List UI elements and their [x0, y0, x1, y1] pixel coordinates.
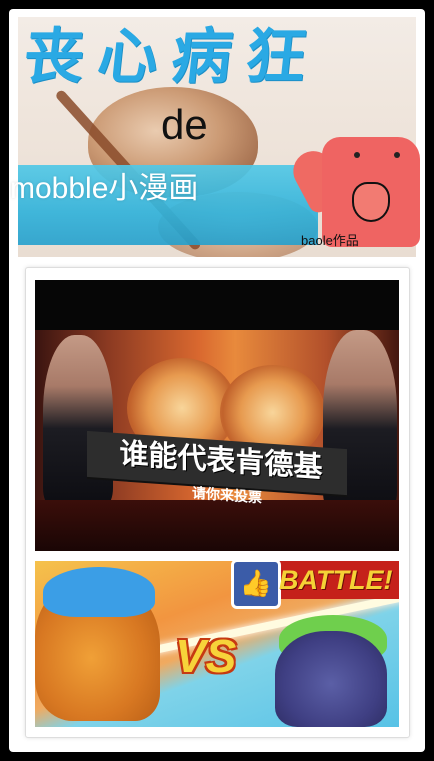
battle-illustration: VS 👍 BATTLE! [35, 561, 399, 727]
mascot-eye-left [354, 152, 360, 158]
purple-monster [275, 631, 387, 727]
thumbs-up-icon: 👍 [231, 561, 281, 609]
celebrity-left [43, 335, 113, 505]
comic-subtitle: mobble小漫画 [10, 172, 199, 205]
billboard-floor [35, 500, 399, 551]
versus-label: VS [175, 630, 237, 682]
battle-label: BATTLE! [279, 565, 393, 595]
mascot-mouth [352, 182, 390, 222]
billboard-photo: 谁能代表肯德基 请你来投票 [35, 280, 399, 551]
mascot-eye-right [394, 152, 400, 158]
comic-title: 丧心病狂 [20, 22, 324, 92]
comic-title-suffix: de [161, 101, 208, 148]
author-credit: baole作品 [301, 233, 359, 248]
orange-monster-blue-crest [43, 567, 155, 617]
